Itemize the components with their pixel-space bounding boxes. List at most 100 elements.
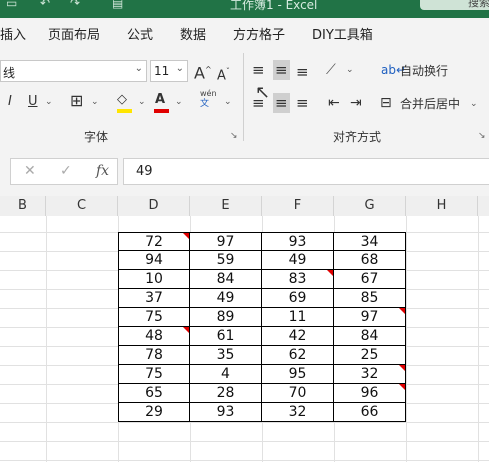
table-cell[interactable]: 4 <box>190 365 262 384</box>
column-header-d[interactable]: D <box>118 196 190 216</box>
table-cell[interactable]: 66 <box>334 403 406 422</box>
comment-indicator-icon[interactable] <box>399 365 405 371</box>
font-size-select[interactable]: 11 ⌄ <box>150 60 188 82</box>
table-cell[interactable]: 70 <box>262 384 334 403</box>
tab-diy-toolbox[interactable]: DIY工具箱 <box>312 24 373 43</box>
align-bottom-icon[interactable]: ≡ <box>296 62 309 82</box>
table-cell[interactable]: 78 <box>118 346 190 365</box>
chevron-down-icon[interactable]: ⌄ <box>346 60 354 80</box>
wrap-text-button[interactable]: 自动换行 <box>400 61 448 81</box>
table-cell[interactable]: 97 <box>190 232 262 251</box>
table-cell[interactable]: 49 <box>262 251 334 270</box>
save-icon[interactable]: ▭ <box>6 0 17 10</box>
table-cell[interactable]: 32 <box>262 403 334 422</box>
table-cell[interactable]: 34 <box>334 232 406 251</box>
chevron-down-icon[interactable]: ⌄ <box>45 92 53 112</box>
increase-indent-icon[interactable]: ⇥ <box>350 93 362 113</box>
table-cell[interactable]: 84 <box>190 270 262 289</box>
merge-center-button[interactable]: 合并后居中 <box>400 94 460 114</box>
table-cell[interactable]: 69 <box>262 289 334 308</box>
table-cell[interactable]: 68 <box>334 251 406 270</box>
table-cell[interactable]: 93 <box>190 403 262 422</box>
column-header-b[interactable]: B <box>0 196 46 216</box>
comment-indicator-icon[interactable] <box>183 327 189 333</box>
insert-function-icon[interactable]: fx <box>96 163 109 179</box>
search-box[interactable]: 搜索 <box>420 0 489 10</box>
table-cell[interactable]: 93 <box>262 232 334 251</box>
table-cell[interactable]: 95 <box>262 365 334 384</box>
decrease-indent-icon[interactable]: ⇤ <box>328 93 340 113</box>
tab-page-layout[interactable]: 页面布局 <box>48 24 100 43</box>
comment-indicator-icon[interactable] <box>183 233 189 239</box>
table-cell[interactable]: 89 <box>190 308 262 327</box>
grow-font-button[interactable]: A^ <box>194 60 212 83</box>
chevron-down-icon[interactable]: ⌄ <box>224 92 232 112</box>
tab-data[interactable]: 数据 <box>180 24 206 43</box>
table-cell[interactable]: 65 <box>118 384 190 403</box>
merge-center-icon[interactable]: ⊟ <box>380 93 392 113</box>
table-cell[interactable]: 49 <box>190 289 262 308</box>
table-cell[interactable]: 28 <box>190 384 262 403</box>
comment-indicator-icon[interactable] <box>399 384 405 390</box>
shrink-font-button[interactable]: Aˇ <box>217 62 230 86</box>
table-cell[interactable]: 84 <box>334 327 406 346</box>
chevron-down-icon[interactable]: ⌄ <box>91 92 99 112</box>
table-cell[interactable]: 94 <box>118 251 190 270</box>
table-cell[interactable]: 96 <box>334 384 406 403</box>
chevron-down-icon[interactable]: ⌄ <box>470 94 478 114</box>
table-cell[interactable]: 10 <box>118 270 190 289</box>
column-header-f[interactable]: F <box>262 196 334 216</box>
table-cell[interactable]: 67 <box>334 270 406 289</box>
align-top-icon[interactable]: ≡ <box>252 60 265 80</box>
table-cell[interactable]: 42 <box>262 327 334 346</box>
table-cell[interactable]: 59 <box>190 251 262 270</box>
table-cell[interactable]: 85 <box>334 289 406 308</box>
column-header-c[interactable]: C <box>46 196 118 216</box>
table-cell[interactable]: 48 <box>118 327 190 346</box>
fill-color-icon[interactable]: ◇ <box>117 90 132 113</box>
sheet-grid[interactable]: 72 97 93 34 94 59 49 68 10 84 83 67 37 49 69 85 75 89 11 97… <box>0 216 489 462</box>
table-cell[interactable]: 25 <box>334 346 406 365</box>
table-cell[interactable]: 75 <box>118 365 190 384</box>
alignment-dialog-launcher-icon[interactable]: ↘ <box>478 131 486 141</box>
table-cell[interactable]: 72 <box>118 232 190 251</box>
comment-indicator-icon[interactable] <box>327 270 333 276</box>
align-left-icon[interactable]: ≡ <box>252 93 265 113</box>
formula-input[interactable]: 49 <box>123 158 489 185</box>
chevron-down-icon[interactable]: ⌄ <box>175 92 183 112</box>
column-header-g[interactable]: G <box>334 196 406 216</box>
column-header-e[interactable]: E <box>190 196 262 216</box>
chevron-down-icon[interactable]: ⌄ <box>138 92 146 112</box>
table-cell[interactable]: 61 <box>190 327 262 346</box>
align-middle-icon[interactable]: ≡ <box>273 60 290 80</box>
align-right-icon[interactable]: ≡ <box>296 93 309 113</box>
table-cell[interactable]: 11 <box>262 308 334 327</box>
table-cell[interactable]: 35 <box>190 346 262 365</box>
table-cell[interactable]: 62 <box>262 346 334 365</box>
orientation-icon[interactable]: ⟋ <box>326 60 336 80</box>
align-center-icon[interactable]: ≡ <box>273 93 290 113</box>
font-dialog-launcher-icon[interactable]: ↘ <box>230 131 238 141</box>
italic-button[interactable]: I <box>8 92 12 112</box>
font-color-icon[interactable]: A <box>154 90 169 113</box>
tab-formulas[interactable]: 公式 <box>127 24 153 43</box>
comment-indicator-icon[interactable] <box>399 308 405 314</box>
redo-icon[interactable]: ↷ <box>70 0 80 10</box>
enter-icon[interactable]: ✓ <box>60 163 72 179</box>
underline-button[interactable]: U <box>28 92 38 112</box>
cancel-icon[interactable]: ✕ <box>24 163 36 179</box>
quick-access-icon[interactable]: ▤ <box>112 0 123 10</box>
column-header-h[interactable]: H <box>406 196 478 216</box>
table-cell[interactable]: 83 <box>262 270 334 289</box>
tab-fangfang[interactable]: 方方格子 <box>233 24 285 43</box>
table-cell[interactable]: 75 <box>118 308 190 327</box>
tab-insert[interactable]: 插入 <box>0 24 26 43</box>
table-cell[interactable]: 32 <box>334 365 406 384</box>
phonetic-button[interactable]: wén 文 <box>200 89 217 109</box>
table-cell[interactable]: 97 <box>334 308 406 327</box>
font-name-select[interactable]: 线 ⌄ <box>0 60 147 82</box>
borders-icon[interactable]: ⊞ <box>70 91 83 111</box>
table-cell[interactable]: 29 <box>118 403 190 422</box>
table-cell[interactable]: 37 <box>118 289 190 308</box>
undo-icon[interactable]: ↶ <box>40 0 50 10</box>
